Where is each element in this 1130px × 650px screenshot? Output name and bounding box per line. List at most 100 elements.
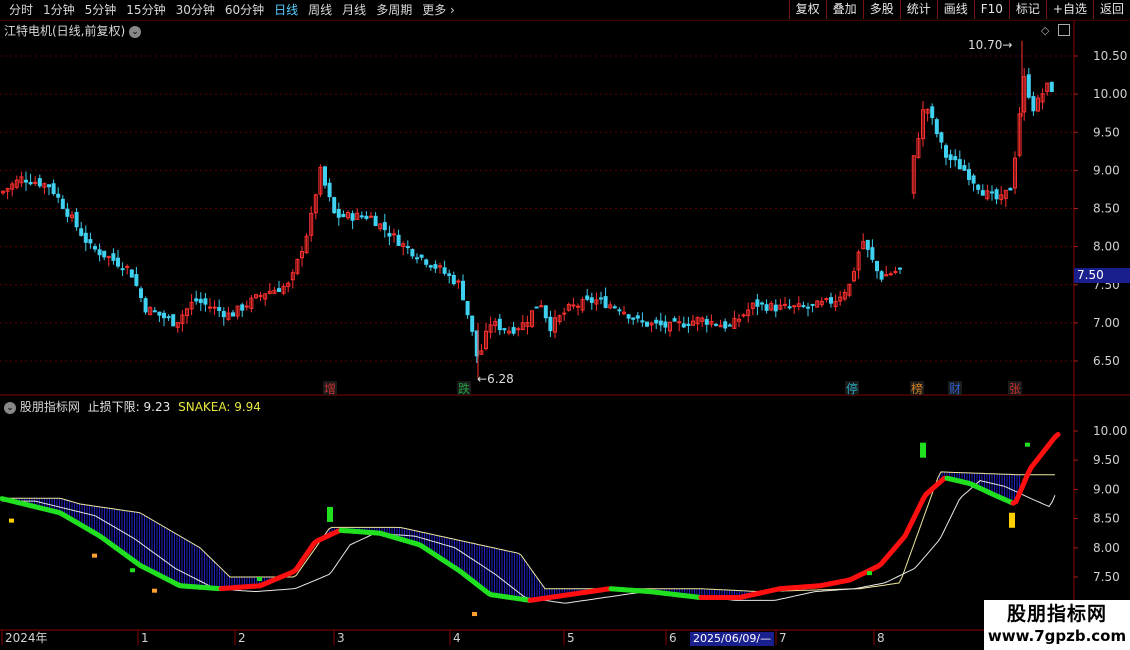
candle-body [806, 306, 810, 309]
candle-body [502, 328, 507, 331]
candle-body [387, 232, 392, 237]
diamond-icon[interactable]: ◇ [1041, 24, 1049, 37]
candle-body [231, 312, 235, 317]
candle-body [364, 215, 369, 219]
candle-body [865, 239, 870, 250]
x-tick-label: 5 [567, 631, 575, 645]
candle-body [603, 296, 608, 308]
candle-body [125, 265, 130, 268]
candle-body [801, 305, 806, 308]
candle-body [704, 319, 709, 325]
candle-body [953, 156, 958, 161]
candle-body [663, 321, 668, 328]
candle-body [635, 315, 640, 319]
candle-body [898, 267, 902, 270]
y-tick-label: 8.00 [1093, 541, 1120, 555]
candle-body [221, 311, 226, 318]
candle-body [60, 198, 65, 209]
signal-block [1009, 512, 1015, 528]
candle-body [350, 213, 355, 221]
candle-body [534, 306, 539, 309]
candle-body [212, 306, 217, 309]
candle-body [870, 247, 875, 260]
candle-body [129, 269, 134, 278]
candle-body [171, 314, 176, 327]
signal-block [257, 577, 262, 581]
candle-body [438, 265, 442, 268]
candle-body [939, 132, 944, 143]
candle-body [198, 298, 203, 304]
candle-body [539, 305, 544, 308]
candle-body [327, 182, 332, 198]
candle-body [341, 213, 346, 218]
candle-body [576, 305, 580, 308]
event-marker: 跌 [458, 381, 470, 396]
candle-body [102, 250, 107, 258]
candle-body [589, 297, 594, 303]
window-icon[interactable] [1058, 24, 1070, 36]
candle-body [382, 222, 387, 231]
signal-block [327, 506, 333, 522]
candle-body [433, 264, 438, 269]
candle-body [277, 288, 281, 293]
signal-block [867, 571, 872, 576]
candle-body [723, 321, 728, 329]
candle-body [764, 304, 769, 311]
candle-body [332, 197, 337, 214]
candle-body [967, 169, 971, 180]
y-tick-label: 10.00 [1093, 87, 1127, 101]
candle-body [405, 246, 410, 249]
candle-body [415, 257, 419, 260]
candle-body [672, 318, 677, 322]
candle-body [934, 119, 939, 135]
candle-body [948, 154, 953, 161]
candle-body [714, 323, 718, 326]
y-tick-label: 7.00 [1093, 316, 1120, 330]
x-tick-label: 2024年 [5, 631, 48, 645]
candle-body [410, 249, 415, 257]
candle-body [120, 268, 125, 271]
x-tick-label: 1 [141, 631, 149, 645]
candle-body [451, 274, 456, 285]
y-tick-label: 8.50 [1093, 202, 1120, 216]
signal-block [130, 568, 135, 573]
candle-body [28, 181, 33, 185]
y-tick-label: 9.50 [1093, 453, 1120, 467]
candle-body [65, 208, 70, 217]
y-tick-label: 9.50 [1093, 125, 1120, 139]
candle-body [461, 280, 465, 301]
candle-body [994, 189, 999, 200]
candle-body [93, 246, 97, 250]
candle-body [543, 305, 548, 319]
candle-body [686, 323, 691, 326]
kline-chart[interactable]: 增 跌 停 榜 财 张 10.50 10.00 9.50 9.00 8.50 8.00 7.50 7.0… [0, 0, 1130, 650]
y-tick-label: 10.00 [1093, 424, 1127, 438]
current-price-tag: 7.50 [1074, 268, 1130, 283]
snake-segment [1052, 432, 1061, 440]
candle-body [810, 303, 815, 306]
candle-body [888, 273, 893, 276]
candle-body [157, 311, 162, 316]
x-tick-label: 6 [669, 631, 677, 645]
candle-body [944, 145, 948, 158]
candle-body [51, 183, 56, 195]
candle-body [134, 274, 139, 286]
candle-body [152, 310, 157, 313]
arrow-left-icon: ← [477, 372, 488, 386]
candle-body [829, 297, 833, 304]
candle-body [336, 208, 341, 218]
y-tick-label: 7.50 [1093, 570, 1120, 584]
low-annotation: ←6.28 [477, 372, 514, 386]
candle-body [162, 312, 166, 319]
cursor-date: 2025/06/09/— [690, 632, 775, 646]
candle-body [1008, 187, 1013, 191]
candle-body [194, 298, 199, 302]
event-marker: 张 [1009, 382, 1021, 396]
y-tick-label: 9.00 [1093, 482, 1120, 496]
candle-body [1031, 96, 1036, 112]
candle-body [792, 305, 797, 308]
candle-body [428, 265, 433, 268]
candle-body [83, 232, 88, 243]
signal-block [9, 518, 14, 523]
candle-body [962, 165, 967, 171]
